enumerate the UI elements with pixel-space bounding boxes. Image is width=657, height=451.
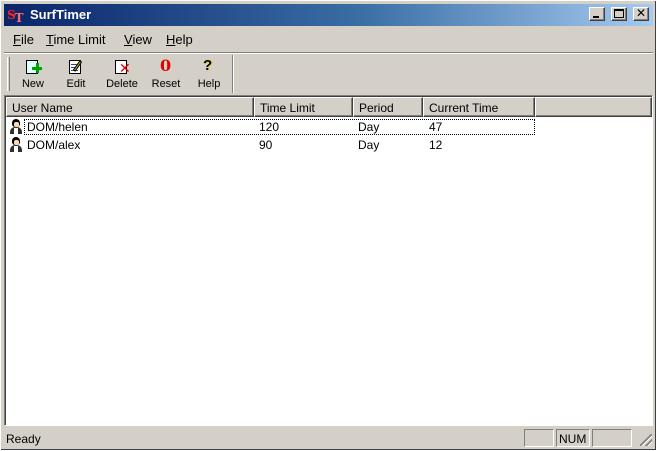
help-button[interactable]: ? Help <box>191 56 227 92</box>
reset-button-label: Reset <box>151 78 181 90</box>
surftimer-app-icon[interactable]: ST <box>7 6 25 25</box>
edit-button-label: Edit <box>66 78 86 90</box>
menu-file[interactable]: File <box>13 32 34 47</box>
cell-user-name: DOM/alex <box>27 138 81 152</box>
maximize-icon <box>614 9 624 18</box>
edit-button[interactable]: Edit <box>57 56 95 92</box>
menu-view-label: View <box>124 32 152 47</box>
title-bar[interactable]: ST SurfTimer ✕ <box>4 4 653 26</box>
user-icon <box>9 137 23 153</box>
menu-help[interactable]: Help <box>166 32 193 47</box>
user-icon <box>9 119 23 135</box>
delete-icon: ✕ <box>113 59 131 75</box>
user-list[interactable]: User Name Time Limit Period Current Time… <box>4 95 653 426</box>
status-panel-num: NUM <box>556 429 590 447</box>
column-header-period[interactable]: Period <box>353 97 423 117</box>
help-button-label: Help <box>197 78 221 90</box>
close-icon: ✕ <box>635 6 647 20</box>
table-row[interactable]: DOM/helen 120 Day 47 <box>6 118 652 136</box>
column-header-current-time[interactable]: Current Time <box>423 97 535 117</box>
menu-time-limit-label: Time Limit <box>46 32 106 47</box>
minimize-button[interactable] <box>589 7 605 21</box>
focus-rectangle <box>24 119 535 135</box>
minimize-icon <box>593 16 599 18</box>
menu-time-limit[interactable]: Time Limit <box>46 32 105 47</box>
cell-period: Day <box>358 138 380 152</box>
new-button-label: New <box>21 78 44 90</box>
toolbar-separator <box>232 55 234 93</box>
app-window: ST SurfTimer ✕ File Time Limit View Help… <box>0 0 657 451</box>
cell-current-time: 47 <box>429 120 443 134</box>
status-text: Ready <box>6 432 41 446</box>
cell-time-limit: 120 <box>259 120 280 134</box>
table-row[interactable]: DOM/alex 90 Day 12 <box>6 136 652 154</box>
toolbar-grip[interactable] <box>7 57 10 91</box>
maximize-button[interactable] <box>611 7 627 21</box>
column-header-time-limit[interactable]: Time Limit <box>254 97 353 117</box>
menu-bar: File Time Limit View Help <box>4 28 653 50</box>
app-icon-letter-t: T <box>14 11 24 25</box>
reset-icon: 0 <box>160 56 172 75</box>
help-icon: ? <box>203 57 213 74</box>
list-rows: DOM/helen 120 Day 47 DOM/alex 90 Day 12 <box>6 118 652 154</box>
delete-button[interactable]: ✕ Delete <box>101 56 143 92</box>
close-button[interactable]: ✕ <box>633 6 649 21</box>
menu-file-label: File <box>13 32 34 47</box>
resize-grip[interactable] <box>640 434 652 446</box>
status-panel-caps <box>524 429 554 447</box>
cell-time-limit: 90 <box>259 138 273 152</box>
list-header: User Name Time Limit Period Current Time <box>6 97 652 117</box>
window-title: SurfTimer <box>30 7 92 22</box>
new-button[interactable]: New <box>14 56 52 92</box>
edit-icon <box>67 59 85 75</box>
menu-help-label: Help <box>166 32 193 47</box>
cell-current-time: 12 <box>429 138 443 152</box>
cell-period: Day <box>358 120 380 134</box>
cell-user-name: DOM/helen <box>27 120 88 134</box>
column-header-user-name[interactable]: User Name <box>6 97 254 117</box>
app-icon-letter-s: S <box>7 8 16 22</box>
status-panel-scrl <box>592 429 632 447</box>
toolbar: New Edit ✕ Delete 0 Reset ? Help <box>4 52 653 95</box>
delete-button-label: Delete <box>106 78 138 90</box>
menu-view[interactable]: View <box>124 32 152 47</box>
column-header-filler <box>535 97 652 117</box>
status-bar: Ready NUM <box>4 428 653 448</box>
reset-button[interactable]: 0 Reset <box>146 56 186 92</box>
new-icon <box>24 59 42 75</box>
